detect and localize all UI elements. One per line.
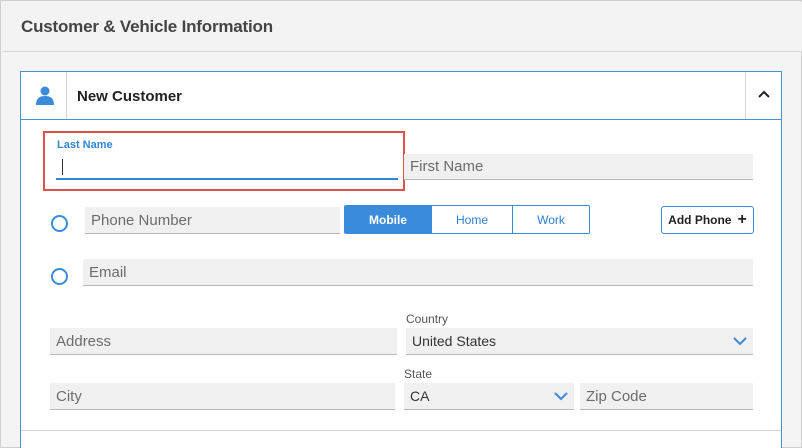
email-primary-radio[interactable] [51, 268, 68, 285]
country-value: United States [412, 333, 497, 349]
city-input[interactable] [50, 383, 395, 410]
window-title: Customer & Vehicle Information [21, 17, 273, 36]
last-name-input[interactable] [56, 154, 398, 180]
phone-primary-radio[interactable] [51, 215, 68, 232]
phone-type-home[interactable]: Home [431, 206, 512, 233]
panel-header[interactable]: New Customer [21, 72, 781, 120]
chevron-down-icon [733, 336, 747, 345]
chevron-up-icon [758, 90, 770, 98]
panel-divider [21, 430, 781, 431]
collapse-button[interactable] [745, 72, 781, 119]
state-select[interactable]: CA [404, 383, 574, 410]
country-select[interactable]: United States [406, 328, 753, 355]
country-label: Country [406, 312, 449, 326]
panel-icon-box [21, 72, 67, 119]
new-customer-panel: New Customer Last Name Mobile Home Work … [20, 71, 782, 448]
add-phone-button[interactable]: Add Phone + [661, 206, 754, 234]
phone-type-mobile[interactable]: Mobile [345, 206, 431, 233]
add-phone-label: Add Phone [668, 213, 732, 227]
phone-type-toggle: Mobile Home Work [344, 205, 590, 234]
plus-icon: + [737, 211, 747, 228]
state-label: State [404, 367, 433, 381]
email-input[interactable] [83, 259, 753, 286]
person-icon [36, 86, 54, 105]
panel-title: New Customer [77, 88, 183, 105]
title-bar: Customer & Vehicle Information [2, 2, 802, 52]
phone-number-input[interactable] [85, 207, 340, 234]
last-name-label: Last Name [57, 139, 113, 151]
zip-code-input[interactable] [580, 383, 753, 410]
first-name-input[interactable] [404, 154, 753, 180]
chevron-down-icon [554, 391, 568, 400]
last-name-highlight: Last Name [43, 131, 405, 191]
phone-type-work[interactable]: Work [512, 206, 589, 233]
address-input[interactable] [50, 328, 397, 355]
state-value: CA [410, 388, 430, 404]
window-frame: Customer & Vehicle Information New Custo… [0, 0, 802, 448]
text-caret [62, 159, 63, 175]
